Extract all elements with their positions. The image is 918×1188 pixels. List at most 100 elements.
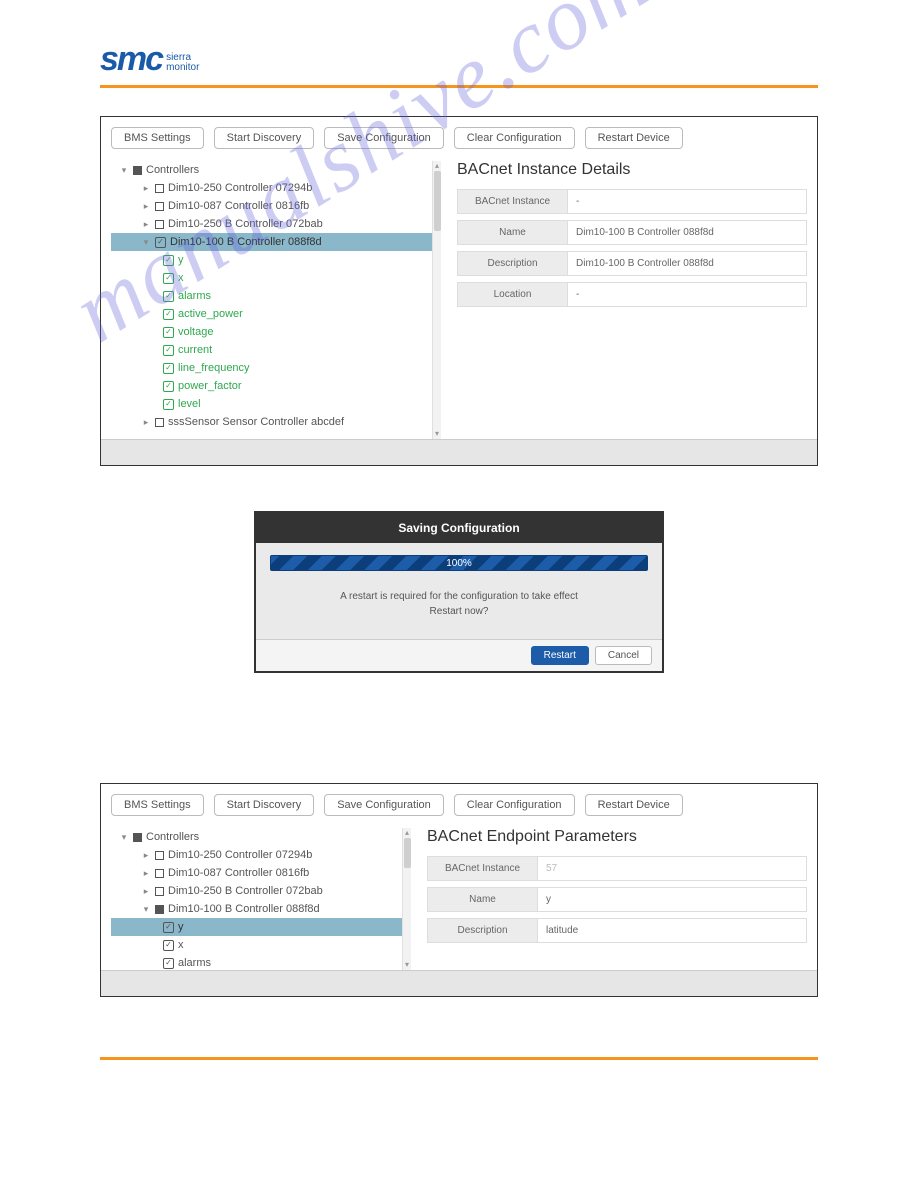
chevron-right-icon[interactable]: ▸ [141,201,151,212]
check-icon: ✓ [163,381,174,392]
tree-item[interactable]: ▸ sssSensor Sensor Controller abcdef [111,413,441,431]
check-icon: ✓ [163,399,174,410]
scroll-thumb[interactable] [434,171,441,231]
tree-child[interactable]: ✓current [111,341,441,359]
logo: smc sierra monitor [100,40,818,79]
tree-child[interactable]: ✓ line_frequency [111,359,441,377]
config-panel-1: BMS Settings Start Discovery Save Config… [100,116,818,466]
start-discovery-button[interactable]: Start Discovery [214,127,315,149]
scroll-up-icon[interactable]: ▴ [403,828,411,838]
tree-child-selected[interactable]: ✓y [111,918,411,936]
bms-settings-button[interactable]: BMS Settings [111,794,204,816]
device-tree[interactable]: ▾ Controllers ▸Dim10-250 Controller 0729… [111,828,411,970]
scroll-up-icon[interactable]: ▴ [433,161,441,171]
scroll-thumb[interactable] [404,838,411,868]
tree-child[interactable]: ✓voltage [111,323,441,341]
cancel-button[interactable]: Cancel [595,646,652,665]
tree-child[interactable]: ✓ level [111,395,441,413]
tree-root[interactable]: ▾ Controllers [111,161,441,179]
chevron-down-icon[interactable]: ▾ [141,904,151,915]
chevron-right-icon[interactable]: ▸ [141,219,151,230]
clear-configuration-button[interactable]: Clear Configuration [454,794,575,816]
tree-child[interactable]: ✓x [111,936,411,954]
tree-item[interactable]: ▸ Dim10-250 Controller 07294b [111,179,441,197]
tree-child[interactable]: ✓alarms [111,954,411,970]
chevron-down-icon[interactable]: ▾ [119,165,129,176]
tree-root-label: Controllers [146,831,199,843]
tree-item[interactable]: ▸Dim10-250 Controller 07294b [111,846,411,864]
tree-child[interactable]: ✓alarms [111,287,441,305]
panel-footer [101,970,817,996]
header-divider [100,85,818,88]
tree-container: ▾ Controllers ▸ Dim10-250 Controller 0729… [111,161,441,439]
restart-device-button[interactable]: Restart Device [585,127,683,149]
device-tree[interactable]: ▾ Controllers ▸ Dim10-250 Controller 0729… [111,161,441,439]
detail-value[interactable]: y [537,887,807,912]
toolbar: BMS Settings Start Discovery Save Config… [111,127,807,149]
check-icon: ✓ [163,922,174,933]
square-icon [155,184,164,193]
tree-child[interactable]: ✓active_power [111,305,441,323]
detail-label: Description [457,251,567,276]
tree-item-label: Dim10-087 Controller 0816fb [168,200,309,212]
tree-root[interactable]: ▾ Controllers [111,828,411,846]
detail-row: DescriptionDim10-100 B Controller 088f8d [457,251,807,276]
logo-sub2: monitor [166,63,199,73]
tree-child-label: line_frequency [178,362,250,374]
chevron-right-icon[interactable]: ▸ [141,183,151,194]
clear-configuration-button[interactable]: Clear Configuration [454,127,575,149]
detail-value[interactable]: Dim10-100 B Controller 088f8d [567,220,807,245]
check-icon: ✓ [163,940,174,951]
detail-label: Description [427,918,537,943]
chevron-right-icon[interactable]: ▸ [141,886,151,897]
square-icon [155,418,164,427]
chevron-right-icon[interactable]: ▸ [141,868,151,879]
tree-item-label: sssSensor Sensor Controller abcdef [168,416,344,428]
scrollbar[interactable]: ▴ ▾ [402,828,411,970]
tree-item-selected[interactable]: ▾✓Dim10-100 B Controller 088f8d [111,233,441,251]
restart-device-button[interactable]: Restart Device [585,794,683,816]
detail-value: - [567,282,807,307]
tree-container: ▾ Controllers ▸Dim10-250 Controller 0729… [111,828,411,970]
chevron-down-icon[interactable]: ▾ [141,237,151,248]
scrollbar[interactable]: ▴ ▾ [432,161,441,439]
chevron-right-icon[interactable]: ▸ [141,417,151,428]
tree-item-label: Dim10-087 Controller 0816fb [168,867,309,879]
tree-item[interactable]: ▸ Dim10-087 Controller 0816fb [111,197,441,215]
start-discovery-button[interactable]: Start Discovery [214,794,315,816]
tree-child[interactable]: ✓power_factor [111,377,441,395]
tree-item[interactable]: ▾Dim10-100 B Controller 088f8d [111,900,411,918]
restart-button[interactable]: Restart [531,646,589,665]
save-configuration-button[interactable]: Save Configuration [324,127,444,149]
tree-item[interactable]: ▸ Dim10-087 Controller 0816fb [111,864,411,882]
logo-sub1: sierra [166,53,199,63]
saving-dialog: Saving Configuration 100% A restart is r… [254,511,664,673]
square-icon [155,869,164,878]
scroll-down-icon[interactable]: ▾ [403,960,411,970]
tree-item-label: Dim10-250 Controller 07294b [168,182,312,194]
detail-value[interactable]: Dim10-100 B Controller 088f8d [567,251,807,276]
dialog-message: A restart is required for the configurat… [270,591,648,602]
detail-value[interactable]: latitude [537,918,807,943]
dialog-prompt: Restart now? [270,606,648,617]
detail-row: BACnet Instance57 [427,856,807,881]
detail-label: Location [457,282,567,307]
check-icon: ✓ [163,327,174,338]
details-panel: BACnet Instance Details BACnet Instance-… [457,161,807,439]
dialog-wrapper: Saving Configuration 100% A restart is r… [100,511,818,673]
bms-settings-button[interactable]: BMS Settings [111,127,204,149]
tree-item[interactable]: ▸ Dim10-250 B Controller 072bab [111,882,411,900]
detail-row: Descriptionlatitude [427,918,807,943]
tree-child-label: y [178,254,184,266]
check-icon: ✓ [163,363,174,374]
tree-child[interactable]: ✓x [111,269,441,287]
tree-item[interactable]: ▸Dim10-250 B Controller 072bab [111,215,441,233]
chevron-right-icon[interactable]: ▸ [141,850,151,861]
tree-child-label: level [178,398,201,410]
save-configuration-button[interactable]: Save Configuration [324,794,444,816]
tree-child[interactable]: ✓y [111,251,441,269]
scroll-down-icon[interactable]: ▾ [433,429,441,439]
tree-item-label: Dim10-250 B Controller 072bab [168,885,323,897]
tree-item-label: Dim10-100 B Controller 088f8d [170,236,322,248]
chevron-down-icon[interactable]: ▾ [119,832,129,843]
